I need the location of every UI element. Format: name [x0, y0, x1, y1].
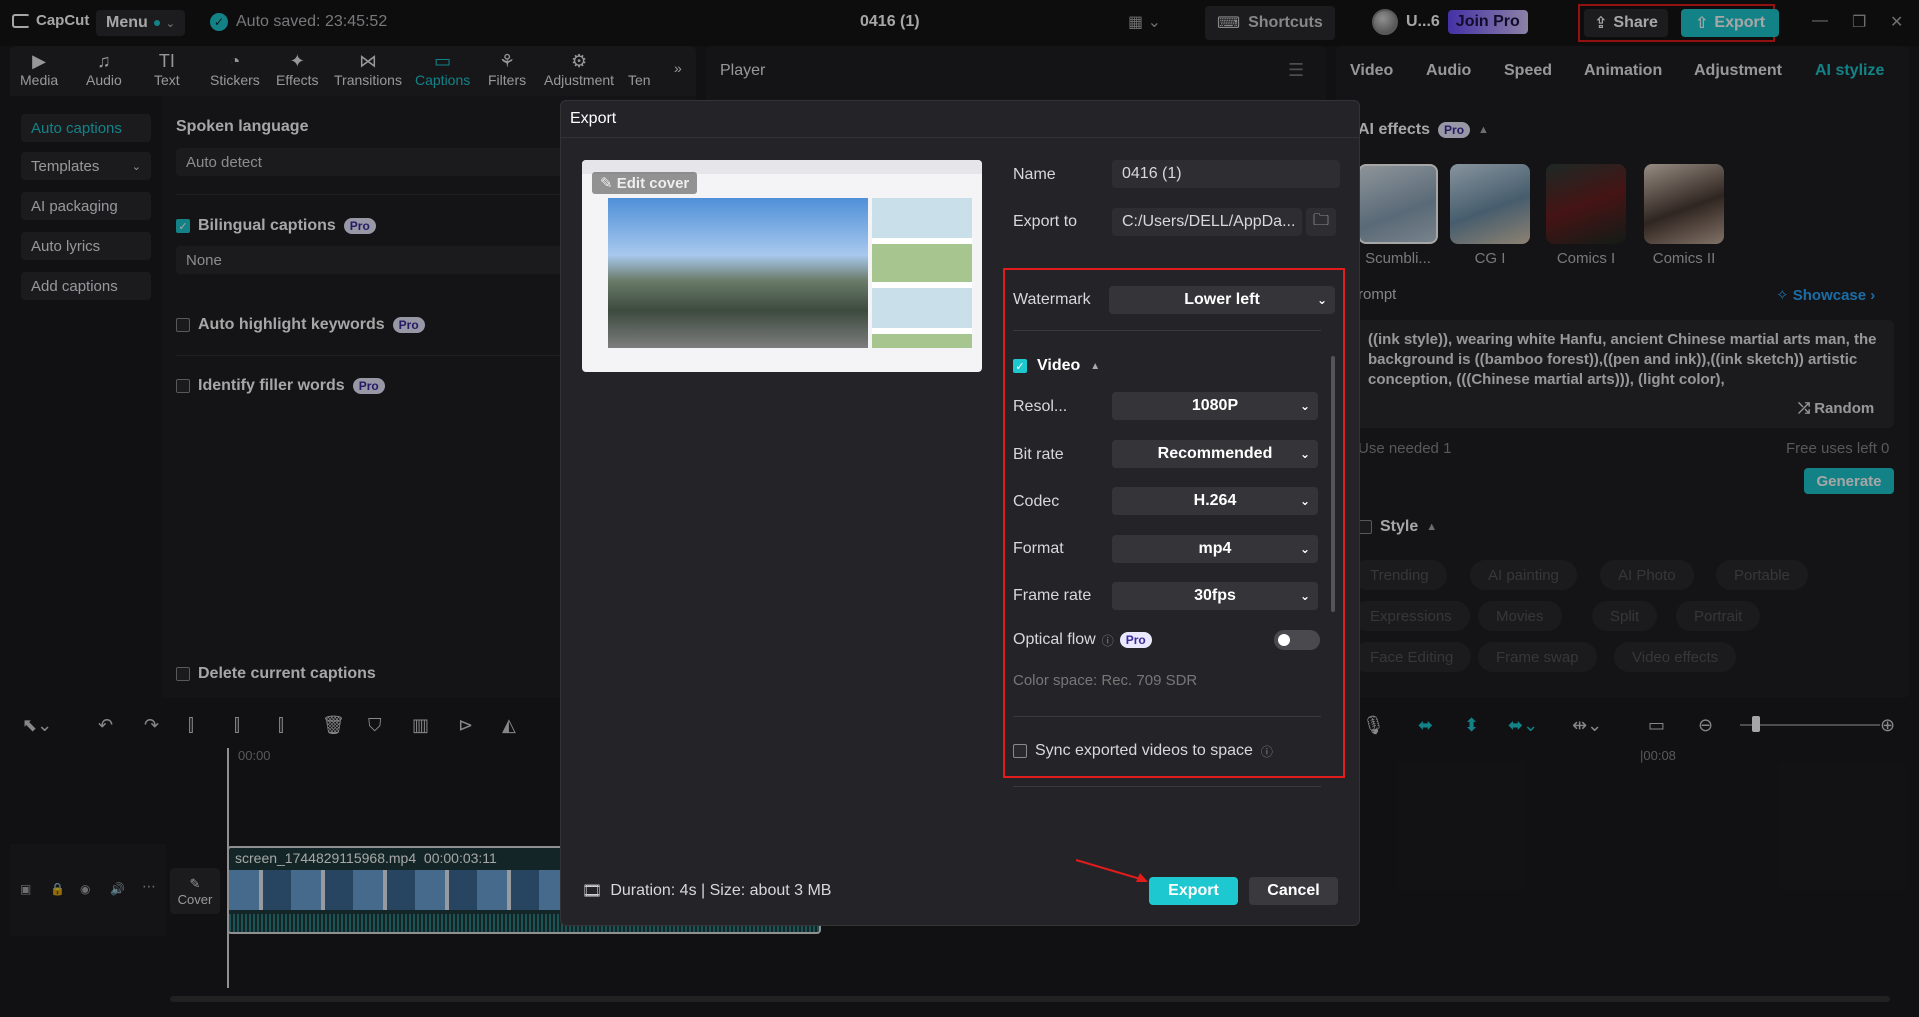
settings-scrollbar[interactable] [1331, 356, 1335, 612]
checkbox-checked-icon[interactable]: ✓ [1013, 359, 1027, 373]
film-icon: 🎞 [582, 881, 602, 901]
watermark-select[interactable]: Lower left ⌄ [1109, 286, 1335, 314]
landscape-image [608, 198, 868, 348]
export-dialog-title: Export [560, 100, 1360, 138]
divider [1013, 786, 1321, 787]
sync-row[interactable]: Sync exported videos to space ⓘ [1013, 742, 1273, 760]
sidebar-thumbnails [872, 198, 972, 348]
bitrate-select[interactable]: Recommended ⌄ [1112, 440, 1318, 468]
chevron-down-icon: ⌄ [1300, 494, 1310, 508]
color-space-text: Color space: Rec. 709 SDR [1013, 672, 1197, 689]
select-value: 30fps [1194, 587, 1236, 605]
red-arrow [1074, 858, 1154, 888]
highlight-box-settings [1003, 268, 1345, 778]
name-input[interactable]: 0416 (1) [1112, 160, 1340, 188]
format-label: Format [1013, 540, 1064, 558]
pro-badge: Pro [1120, 632, 1152, 648]
input-value: C:/Users/DELL/AppDa... [1122, 213, 1295, 231]
help-icon[interactable]: ⓘ [1261, 743, 1273, 760]
header-text: Video [1037, 357, 1080, 375]
resolution-select[interactable]: 1080P ⌄ [1112, 392, 1318, 420]
name-label: Name [1013, 166, 1056, 184]
export-path-input[interactable]: C:/Users/DELL/AppDa... [1112, 208, 1302, 236]
resolution-label: Resol... [1013, 398, 1067, 416]
edit-cover-text: Edit cover [617, 175, 690, 192]
watermark-label: Watermark [1013, 291, 1091, 309]
divider [1013, 330, 1321, 331]
label-text: Optical flow [1013, 631, 1096, 649]
export-to-label: Export to [1013, 213, 1077, 231]
chevron-down-icon: ⌄ [1300, 542, 1310, 556]
pencil-icon: ✎ [600, 175, 613, 192]
chevron-down-icon: ⌄ [1300, 589, 1310, 603]
video-section-header[interactable]: ✓ Video ▲ [1013, 357, 1100, 375]
cancel-button[interactable]: Cancel [1249, 877, 1338, 905]
folder-icon[interactable]: 🗀 [1306, 208, 1336, 236]
help-icon[interactable]: ⓘ [1102, 632, 1114, 649]
label-text: Sync exported videos to space [1035, 742, 1253, 760]
duration-info: 🎞 Duration: 4s | Size: about 3 MB [582, 881, 831, 901]
divider [1013, 716, 1321, 717]
framerate-select[interactable]: 30fps ⌄ [1112, 582, 1318, 610]
chevron-up-icon: ▲ [1090, 361, 1100, 372]
format-select[interactable]: mp4 ⌄ [1112, 535, 1318, 563]
optical-flow-row: Optical flow ⓘ Pro [1013, 631, 1152, 649]
bitrate-label: Bit rate [1013, 446, 1064, 464]
optical-flow-toggle[interactable] [1274, 630, 1320, 650]
codec-select[interactable]: H.264 ⌄ [1112, 487, 1318, 515]
duration-text: Duration: 4s | Size: about 3 MB [610, 882, 831, 900]
select-value: Recommended [1158, 445, 1273, 463]
export-confirm-button[interactable]: Export [1149, 877, 1238, 905]
select-value: mp4 [1199, 540, 1232, 558]
select-value: H.264 [1194, 492, 1237, 510]
select-value: Lower left [1184, 291, 1260, 309]
chevron-down-icon: ⌄ [1317, 293, 1327, 307]
checkbox-icon[interactable] [1013, 744, 1027, 758]
select-value: 1080P [1192, 397, 1238, 415]
codec-label: Codec [1013, 493, 1059, 511]
input-value: 0416 (1) [1122, 165, 1182, 183]
framerate-label: Frame rate [1013, 587, 1091, 605]
chevron-down-icon: ⌄ [1300, 447, 1310, 461]
chevron-down-icon: ⌄ [1300, 399, 1310, 413]
edit-cover-button[interactable]: ✎ Edit cover [592, 172, 697, 194]
